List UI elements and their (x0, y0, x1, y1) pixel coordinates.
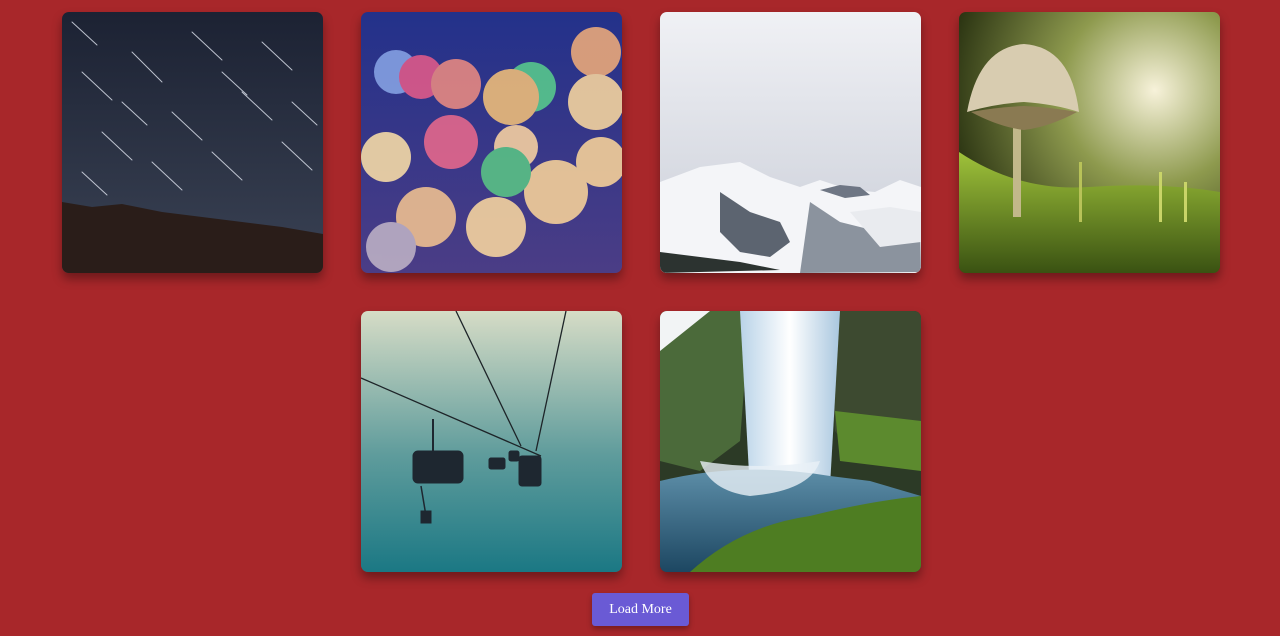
snowy-mountains-image (660, 12, 921, 273)
star-trails-image (62, 12, 323, 273)
gallery-image-chairlift[interactable] (361, 311, 622, 572)
chairlift-image (361, 311, 622, 572)
gallery-image-snowy-mountains[interactable] (660, 12, 921, 273)
load-more-button[interactable]: Load More (592, 593, 689, 626)
gallery-image-bokeh[interactable] (361, 12, 622, 273)
bokeh-image (361, 12, 622, 273)
gallery-image-star-trails[interactable] (62, 12, 323, 273)
gallery-image-mushroom[interactable] (959, 12, 1220, 273)
gallery-image-waterfall[interactable] (660, 311, 921, 572)
image-gallery: Load More (0, 0, 1280, 636)
mushroom-image (959, 12, 1220, 273)
waterfall-image (660, 311, 921, 572)
